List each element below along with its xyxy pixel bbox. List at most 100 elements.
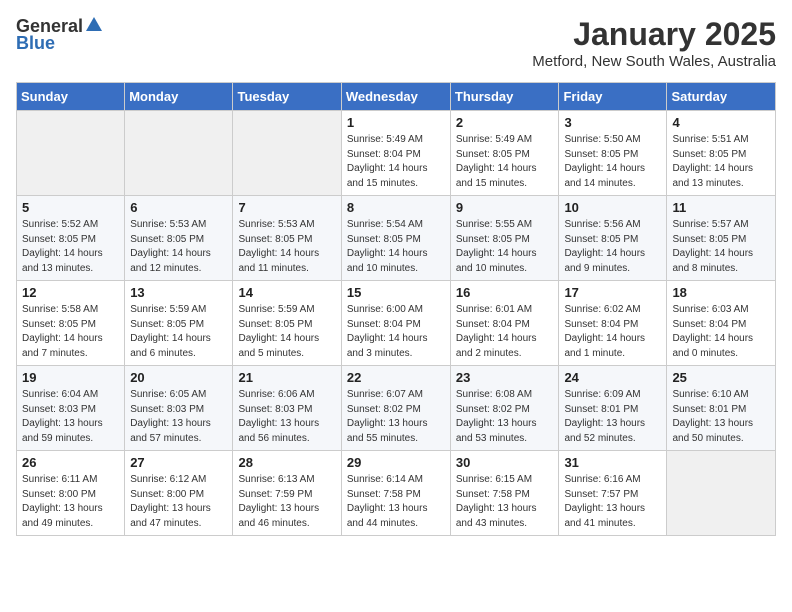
table-row: 15 Sunrise: 6:00 AM Sunset: 8:04 PM Dayli… bbox=[341, 281, 450, 366]
day-number: 16 bbox=[456, 285, 554, 300]
day-number: 20 bbox=[130, 370, 227, 385]
day-detail: Sunrise: 6:03 AM Sunset: 8:04 PM Dayligh… bbox=[672, 303, 770, 361]
day-detail: Sunrise: 6:09 AM Sunset: 8:01 PM Dayligh… bbox=[564, 388, 661, 446]
day-number: 17 bbox=[564, 285, 661, 300]
day-detail: Sunrise: 6:15 AM Sunset: 7:58 PM Dayligh… bbox=[456, 473, 554, 531]
logo-triangle-icon bbox=[86, 17, 102, 36]
header-tuesday: Tuesday bbox=[233, 83, 341, 111]
day-detail: Sunrise: 5:56 AM Sunset: 8:05 PM Dayligh… bbox=[564, 218, 661, 276]
table-row: 21Sunrise: 6:06 AM Sunset: 8:03 PM Dayli… bbox=[233, 366, 341, 451]
day-number: 31 bbox=[564, 455, 661, 470]
table-row: 17 Sunrise: 6:02 AM Sunset: 8:04 PM Dayli… bbox=[559, 281, 667, 366]
table-row: 2 Sunrise: 5:49 AM Sunset: 8:05 PM Daylig… bbox=[450, 111, 559, 196]
day-detail: Sunrise: 6:04 AM Sunset: 8:03 PM Dayligh… bbox=[22, 388, 119, 446]
day-detail: Sunrise: 6:14 AM Sunset: 7:58 PM Dayligh… bbox=[347, 473, 445, 531]
table-row: 24 Sunrise: 6:09 AM Sunset: 8:01 PM Dayli… bbox=[559, 366, 667, 451]
day-number: 27 bbox=[130, 455, 227, 470]
day-number: 8 bbox=[347, 200, 445, 215]
day-number: 6 bbox=[130, 200, 227, 215]
calendar-week-row: 26Sunrise: 6:11 AM Sunset: 8:00 PM Dayli… bbox=[17, 451, 776, 536]
day-number: 2 bbox=[456, 115, 554, 130]
day-detail: Sunrise: 6:13 AM Sunset: 7:59 PM Dayligh… bbox=[238, 473, 335, 531]
day-number: 13 bbox=[130, 285, 227, 300]
day-detail: Sunrise: 6:11 AM Sunset: 8:00 PM Dayligh… bbox=[22, 473, 119, 531]
header-sunday: Sunday bbox=[17, 83, 125, 111]
table-row: 23 Sunrise: 6:08 AM Sunset: 8:02 PM Dayli… bbox=[450, 366, 559, 451]
table-row: 4 Sunrise: 5:51 AM Sunset: 8:05 PM Daylig… bbox=[667, 111, 776, 196]
day-number: 10 bbox=[564, 200, 661, 215]
table-row: 26Sunrise: 6:11 AM Sunset: 8:00 PM Dayli… bbox=[17, 451, 125, 536]
header-thursday: Thursday bbox=[450, 83, 559, 111]
table-row: 20 Sunrise: 6:05 AM Sunset: 8:03 PM Dayli… bbox=[125, 366, 233, 451]
day-detail: Sunrise: 6:01 AM Sunset: 8:04 PM Dayligh… bbox=[456, 303, 554, 361]
day-detail: Sunrise: 5:59 AM Sunset: 8:05 PM Dayligh… bbox=[238, 303, 335, 361]
table-row: 30 Sunrise: 6:15 AM Sunset: 7:58 PM Dayli… bbox=[450, 451, 559, 536]
logo-blue-text: Blue bbox=[16, 33, 55, 54]
title-area: January 2025 Metford, New South Wales, A… bbox=[532, 16, 776, 70]
day-detail: Sunrise: 6:02 AM Sunset: 8:04 PM Dayligh… bbox=[564, 303, 661, 361]
day-detail: Sunrise: 5:55 AM Sunset: 8:05 PM Dayligh… bbox=[456, 218, 554, 276]
day-detail: Sunrise: 5:58 AM Sunset: 8:05 PM Dayligh… bbox=[22, 303, 119, 361]
table-row: 11 Sunrise: 5:57 AM Sunset: 8:05 PM Dayli… bbox=[667, 196, 776, 281]
day-number: 3 bbox=[564, 115, 661, 130]
day-detail: Sunrise: 5:49 AM Sunset: 8:04 PM Dayligh… bbox=[347, 133, 445, 191]
day-detail: Sunrise: 5:57 AM Sunset: 8:05 PM Dayligh… bbox=[672, 218, 770, 276]
weekday-header-row: Sunday Monday Tuesday Wednesday Thursday… bbox=[17, 83, 776, 111]
table-row bbox=[17, 111, 125, 196]
day-number: 11 bbox=[672, 200, 770, 215]
table-row: 7 Sunrise: 5:53 AM Sunset: 8:05 PM Daylig… bbox=[233, 196, 341, 281]
day-number: 9 bbox=[456, 200, 554, 215]
table-row: 16 Sunrise: 6:01 AM Sunset: 8:04 PM Dayli… bbox=[450, 281, 559, 366]
table-row: 27Sunrise: 6:12 AM Sunset: 8:00 PM Dayli… bbox=[125, 451, 233, 536]
header-wednesday: Wednesday bbox=[341, 83, 450, 111]
table-row: 29 Sunrise: 6:14 AM Sunset: 7:58 PM Dayli… bbox=[341, 451, 450, 536]
day-detail: Sunrise: 6:16 AM Sunset: 7:57 PM Dayligh… bbox=[564, 473, 661, 531]
table-row: 8Sunrise: 5:54 AM Sunset: 8:05 PM Daylig… bbox=[341, 196, 450, 281]
location-subtitle: Metford, New South Wales, Australia bbox=[532, 53, 776, 70]
day-number: 24 bbox=[564, 370, 661, 385]
table-row: 28 Sunrise: 6:13 AM Sunset: 7:59 PM Dayli… bbox=[233, 451, 341, 536]
day-detail: Sunrise: 5:53 AM Sunset: 8:05 PM Dayligh… bbox=[238, 218, 335, 276]
day-number: 29 bbox=[347, 455, 445, 470]
day-number: 30 bbox=[456, 455, 554, 470]
table-row bbox=[125, 111, 233, 196]
day-detail: Sunrise: 6:06 AM Sunset: 8:03 PM Dayligh… bbox=[238, 388, 335, 446]
day-number: 25 bbox=[672, 370, 770, 385]
day-number: 7 bbox=[238, 200, 335, 215]
calendar-table: Sunday Monday Tuesday Wednesday Thursday… bbox=[16, 82, 776, 536]
day-number: 4 bbox=[672, 115, 770, 130]
day-detail: Sunrise: 6:00 AM Sunset: 8:04 PM Dayligh… bbox=[347, 303, 445, 361]
day-detail: Sunrise: 5:50 AM Sunset: 8:05 PM Dayligh… bbox=[564, 133, 661, 191]
table-row: 25 Sunrise: 6:10 AM Sunset: 8:01 PM Dayli… bbox=[667, 366, 776, 451]
day-detail: Sunrise: 5:51 AM Sunset: 8:05 PM Dayligh… bbox=[672, 133, 770, 191]
header-friday: Friday bbox=[559, 83, 667, 111]
day-detail: Sunrise: 6:08 AM Sunset: 8:02 PM Dayligh… bbox=[456, 388, 554, 446]
day-detail: Sunrise: 6:05 AM Sunset: 8:03 PM Dayligh… bbox=[130, 388, 227, 446]
day-number: 1 bbox=[347, 115, 445, 130]
day-number: 5 bbox=[22, 200, 119, 215]
day-detail: Sunrise: 5:49 AM Sunset: 8:05 PM Dayligh… bbox=[456, 133, 554, 191]
day-number: 12 bbox=[22, 285, 119, 300]
calendar-week-row: 19 Sunrise: 6:04 AM Sunset: 8:03 PM Dayli… bbox=[17, 366, 776, 451]
table-row: 22Sunrise: 6:07 AM Sunset: 8:02 PM Dayli… bbox=[341, 366, 450, 451]
table-row: 1 Sunrise: 5:49 AM Sunset: 8:04 PM Daylig… bbox=[341, 111, 450, 196]
day-number: 28 bbox=[238, 455, 335, 470]
calendar-week-row: 5Sunrise: 5:52 AM Sunset: 8:05 PM Daylig… bbox=[17, 196, 776, 281]
table-row: 9 Sunrise: 5:55 AM Sunset: 8:05 PM Daylig… bbox=[450, 196, 559, 281]
day-number: 19 bbox=[22, 370, 119, 385]
table-row: 6 Sunrise: 5:53 AM Sunset: 8:05 PM Daylig… bbox=[125, 196, 233, 281]
day-number: 22 bbox=[347, 370, 445, 385]
day-number: 14 bbox=[238, 285, 335, 300]
table-row: 12 Sunrise: 5:58 AM Sunset: 8:05 PM Dayli… bbox=[17, 281, 125, 366]
month-year-title: January 2025 bbox=[532, 16, 776, 53]
table-row: 3 Sunrise: 5:50 AM Sunset: 8:05 PM Daylig… bbox=[559, 111, 667, 196]
logo: General Blue bbox=[16, 16, 102, 54]
table-row: 18Sunrise: 6:03 AM Sunset: 8:04 PM Dayli… bbox=[667, 281, 776, 366]
day-number: 15 bbox=[347, 285, 445, 300]
day-detail: Sunrise: 6:10 AM Sunset: 8:01 PM Dayligh… bbox=[672, 388, 770, 446]
header-monday: Monday bbox=[125, 83, 233, 111]
page-header: General Blue January 2025 Metford, New S… bbox=[16, 16, 776, 70]
day-detail: Sunrise: 5:53 AM Sunset: 8:05 PM Dayligh… bbox=[130, 218, 227, 276]
day-number: 23 bbox=[456, 370, 554, 385]
table-row: 19 Sunrise: 6:04 AM Sunset: 8:03 PM Dayli… bbox=[17, 366, 125, 451]
